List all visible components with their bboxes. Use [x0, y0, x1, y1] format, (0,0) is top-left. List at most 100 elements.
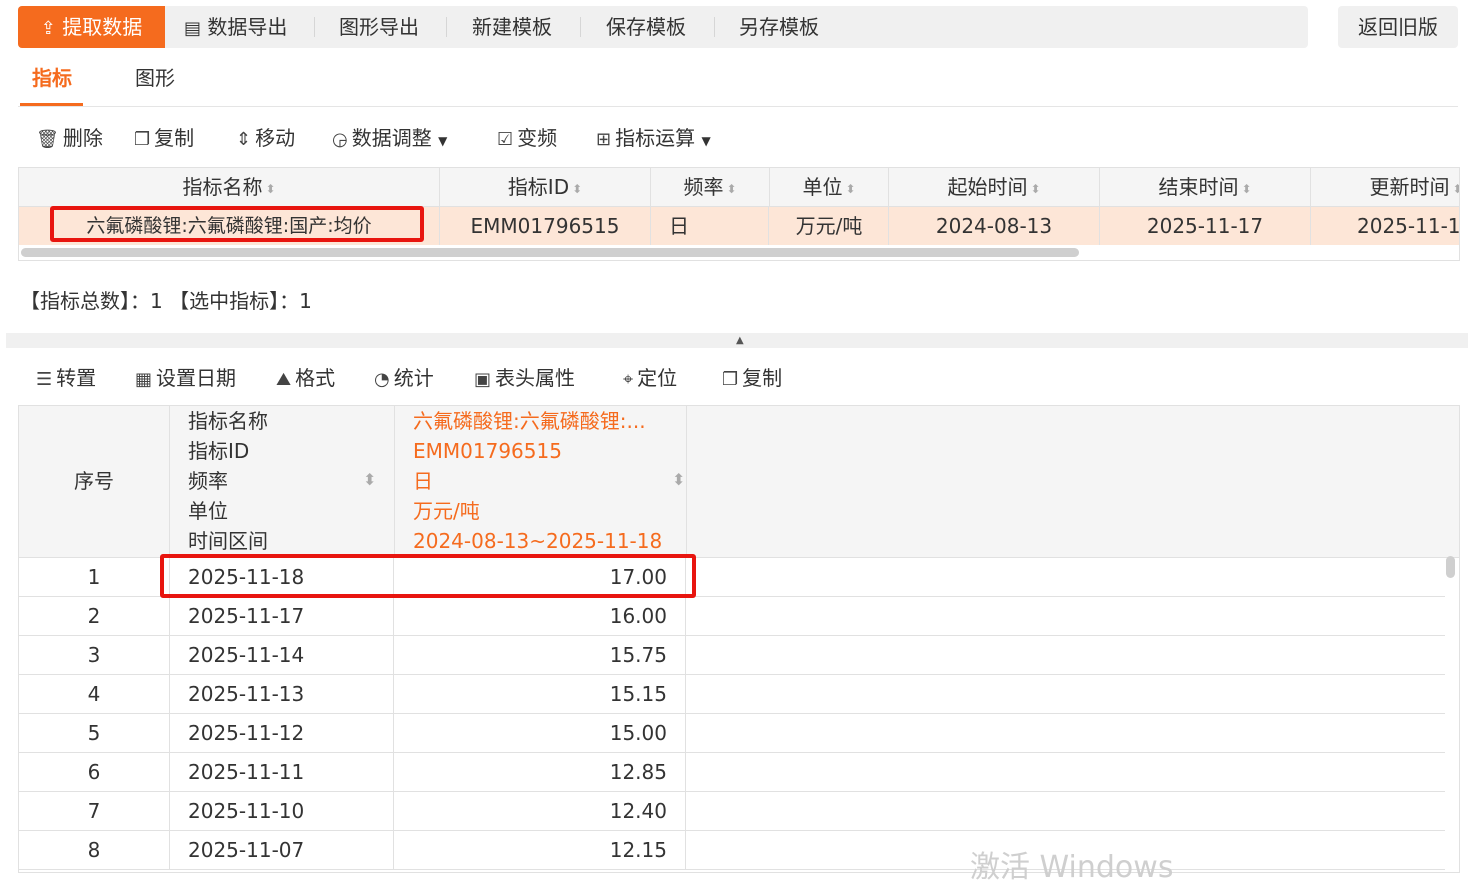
caret-down-icon: ▼ — [701, 134, 711, 148]
table-row[interactable]: 5 2025-11-12 15.00 — [19, 714, 1445, 753]
delete-button[interactable]: 🗑 删除 — [36, 122, 103, 154]
tab-chart[interactable]: 图形 — [135, 60, 175, 100]
index-header: 序号 — [19, 406, 170, 557]
copy-data-button[interactable]: ❐ 复制 — [722, 362, 782, 394]
locate-icon: ⌖ — [623, 369, 634, 390]
row-value: 12.15 — [395, 831, 686, 869]
extract-data-button[interactable]: ⇪ 提取数据 — [18, 6, 165, 48]
start-time-cell: 2024-08-13 — [889, 207, 1100, 245]
header-indicator-id[interactable]: 指标ID ⬍ — [440, 168, 651, 206]
format-button[interactable]: ⛰ 格式 — [276, 362, 335, 394]
sort-icon[interactable]: ⬍ — [363, 470, 376, 489]
meta-value-frequency: 日 — [413, 469, 433, 493]
frequency-convert-button[interactable]: ☑ 变频 — [497, 122, 557, 154]
meta-label-id: 指标ID — [188, 439, 250, 463]
sort-icon: ⬍ — [1452, 182, 1459, 196]
row-date: 2025-11-17 — [170, 597, 394, 635]
header-end-time[interactable]: 结束时间 ⬍ — [1100, 168, 1311, 206]
save-as-template-button[interactable]: 另存模板 — [739, 6, 819, 48]
new-template-button[interactable]: 新建模板 — [472, 6, 552, 48]
tab-indicator[interactable]: 指标 — [32, 60, 72, 100]
row-value: 12.40 — [395, 792, 686, 830]
table-header-icon: ▣ — [474, 369, 492, 390]
row-index: 6 — [19, 753, 170, 791]
back-to-old-version-button[interactable]: 返回旧版 — [1338, 6, 1458, 48]
transpose-button[interactable]: ☰ 转置 — [36, 362, 96, 394]
highlight-box — [50, 206, 424, 242]
header-properties-label: 表头属性 — [495, 366, 576, 390]
row-date: 2025-11-07 — [170, 831, 394, 869]
row-value: 15.00 — [395, 714, 686, 752]
table-row[interactable]: 8 2025-11-07 12.15 — [19, 831, 1445, 870]
delete-label: 删除 — [62, 126, 103, 150]
row-value: 15.75 — [395, 636, 686, 674]
header-start-time[interactable]: 起始时间 ⬍ — [889, 168, 1100, 206]
sort-icon: ⬍ — [265, 181, 276, 196]
row-date: 2025-11-12 — [170, 714, 394, 752]
data-adjust-dropdown[interactable]: ◶ 数据调整 ▼ — [332, 122, 447, 154]
collapse-arrow-icon[interactable]: ▲ — [736, 335, 744, 346]
table-row[interactable]: 2 2025-11-17 16.00 — [19, 597, 1445, 636]
set-date-button[interactable]: ▦ 设置日期 — [135, 362, 236, 394]
copy-label: 复制 — [154, 126, 195, 150]
table-row[interactable]: 7 2025-11-10 12.40 — [19, 792, 1445, 831]
row-date: 2025-11-11 — [170, 753, 394, 791]
unit-cell: 万元/吨 — [770, 207, 889, 245]
highlight-box — [160, 554, 696, 598]
header-label: 更新时间 — [1369, 175, 1450, 199]
data-adjust-label: 数据调整 — [351, 126, 432, 150]
indicator-calc-dropdown[interactable]: ⊞ 指标运算 ▼ — [596, 122, 711, 154]
meta-label-range: 时间区间 — [188, 529, 268, 553]
table-row[interactable]: 6 2025-11-11 12.85 — [19, 753, 1445, 792]
row-value: 16.00 — [395, 597, 686, 635]
row-date: 2025-11-13 — [170, 675, 394, 713]
copy-button[interactable]: ❐ 复制 — [134, 122, 194, 154]
frequency-cell: 日 — [651, 207, 769, 245]
upload-icon: ⇪ — [40, 18, 56, 39]
statistics-label: 统计 — [393, 366, 434, 390]
export-data-button[interactable]: ▤ 数据导出 — [184, 6, 287, 48]
indicator-summary: 【指标总数】：1 【选中指标】：1 — [20, 289, 312, 313]
caret-down-icon: ▼ — [438, 134, 448, 148]
indicator-calc-label: 指标运算 — [615, 126, 696, 150]
sort-icon[interactable]: ⬍ — [672, 470, 685, 489]
format-label: 格式 — [295, 366, 336, 390]
table-row[interactable]: 4 2025-11-13 15.15 — [19, 675, 1445, 714]
statistics-button[interactable]: ◔ 统计 — [374, 362, 434, 394]
row-index: 8 — [19, 831, 170, 869]
horizontal-scroll-thumb[interactable] — [21, 248, 1079, 257]
header-indicator-name[interactable]: 指标名称 ⬍ — [19, 168, 440, 206]
frequency-icon: ☑ — [497, 129, 514, 150]
header-label: 频率 — [683, 175, 724, 199]
divider — [580, 17, 581, 37]
header-label: 起始时间 — [947, 175, 1028, 199]
export-chart-button[interactable]: 图形导出 — [339, 6, 419, 48]
header-properties-button[interactable]: ▣ 表头属性 — [474, 362, 575, 394]
vertical-scroll-thumb[interactable] — [1446, 556, 1455, 578]
set-date-label: 设置日期 — [156, 366, 237, 390]
row-index: 5 — [19, 714, 170, 752]
header-label: 指标ID — [507, 175, 570, 199]
move-button[interactable]: ⇕ 移动 — [236, 122, 295, 154]
list-icon: ☰ — [36, 369, 53, 390]
meta-label-unit: 单位 — [188, 499, 228, 523]
meta-value-id: EMM01796515 — [413, 439, 562, 463]
header-frequency[interactable]: 频率 ⬍ — [651, 168, 770, 206]
header-unit[interactable]: 单位 ⬍ — [770, 168, 889, 206]
save-template-button[interactable]: 保存模板 — [606, 6, 686, 48]
header-update-time[interactable]: 更新时间⬍ — [1311, 168, 1459, 206]
locate-button[interactable]: ⌖ 定位 — [623, 362, 677, 394]
meta-label-column[interactable]: 指标名称 指标ID 频率 单位 时间区间 ⬍ — [170, 406, 395, 557]
meta-labels: 指标名称 指标ID 频率 单位 时间区间 — [188, 406, 268, 556]
row-index: 4 — [19, 675, 170, 713]
adjust-icon: ◶ — [332, 129, 348, 150]
copy-icon: ❐ — [722, 369, 739, 390]
document-icon: ▤ — [184, 18, 202, 39]
table-row[interactable]: 3 2025-11-14 15.75 — [19, 636, 1445, 675]
meta-value-column[interactable]: 六氟磷酸锂:六氟磷酸锂:... EMM01796515 日 万元/吨 2024-… — [395, 406, 687, 557]
data-table-header: 序号 指标名称 指标ID 频率 单位 时间区间 ⬍ 六氟磷酸锂:六氟磷酸锂:..… — [19, 406, 1459, 558]
frequency-label: 变频 — [517, 126, 558, 150]
image-icon: ⛰ — [276, 369, 292, 390]
locate-label: 定位 — [637, 366, 678, 390]
row-index: 7 — [19, 792, 170, 830]
